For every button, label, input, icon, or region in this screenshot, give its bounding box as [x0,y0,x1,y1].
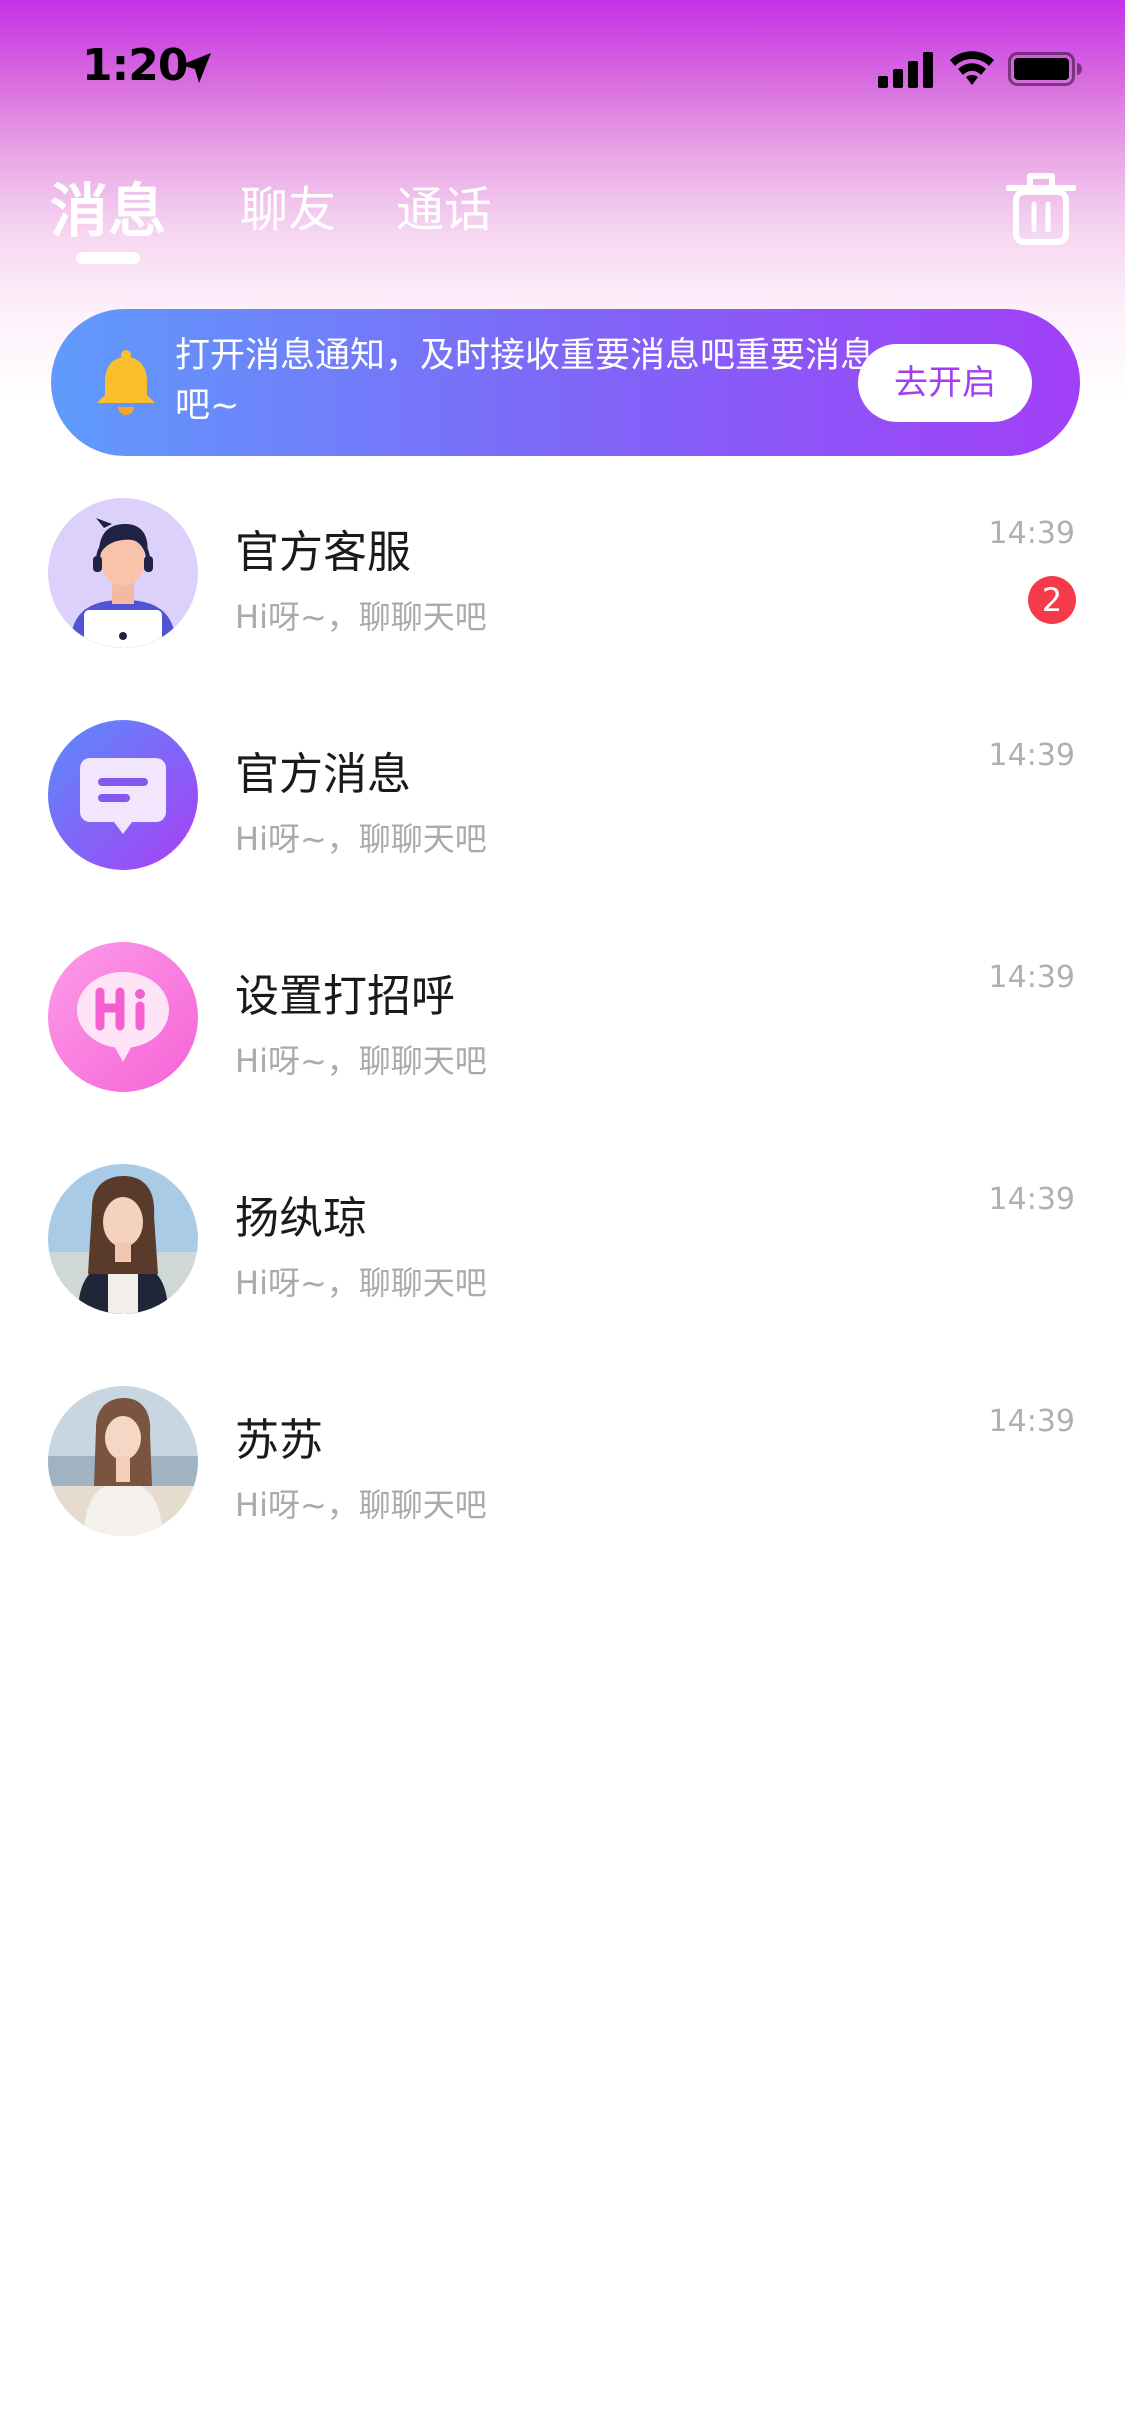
chat-name: 官方消息 [235,749,411,800]
chat-name: 官方客服 [235,527,411,578]
customer-service-avatar [48,498,198,648]
notification-banner: 打开消息通知，及时接收重要消息吧重要消息吧~ 去开启 [51,309,1080,456]
battery-icon [1008,52,1082,86]
chat-item-user-1[interactable]: 扬纨琼 Hi呀~，聊聊天吧 14:39 [0,1156,1125,1378]
chat-item-customer-service[interactable]: 官方客服 Hi呀~，聊聊天吧 14:39 2 [0,490,1125,712]
chat-name: 设置打招呼 [235,971,455,1022]
tab-calls[interactable]: 通话 [396,170,492,240]
tab-messages[interactable]: 消息 [50,164,166,248]
location-arrow-icon [181,53,211,83]
chat-preview: Hi呀~，聊聊天吧 [235,1486,487,1524]
status-time: 1:20 [82,40,188,91]
chat-preview: Hi呀~，聊聊天吧 [235,1264,487,1302]
bell-icon [97,350,155,415]
chat-name: 苏苏 [235,1415,323,1466]
user-photo-avatar [48,1164,198,1314]
chat-time: 14:39 [988,738,1075,773]
chat-time: 14:39 [988,960,1075,995]
cellular-signal-icon [878,52,933,88]
chat-name: 扬纨琼 [235,1193,367,1244]
messages-screen: 1:20 消息 聊友 通话 打开消息通知，及时接收重要消息吧重要消息吧~ 去开启… [0,0,1125,2436]
chat-time: 14:39 [988,516,1075,551]
chat-preview: Hi呀~，聊聊天吧 [235,1042,487,1080]
chat-item-greeting-settings[interactable]: 设置打招呼 Hi呀~，聊聊天吧 14:39 [0,934,1125,1156]
user-photo-avatar [48,1386,198,1536]
hi-greeting-avatar [48,942,198,1092]
wifi-icon [950,51,994,85]
chat-time: 14:39 [988,1404,1075,1439]
trash-icon[interactable] [1006,170,1076,246]
chat-item-official-message[interactable]: 官方消息 Hi呀~，聊聊天吧 14:39 [0,712,1125,934]
official-message-avatar [48,720,198,870]
chat-preview: Hi呀~，聊聊天吧 [235,820,487,858]
active-tab-indicator [76,252,140,264]
chat-preview: Hi呀~，聊聊天吧 [235,598,487,636]
tab-chat-friends[interactable]: 聊友 [240,170,336,240]
chat-item-user-2[interactable]: 苏苏 Hi呀~，聊聊天吧 14:39 [0,1378,1125,1600]
status-bar: 1:20 [0,0,1125,140]
chat-time: 14:39 [988,1182,1075,1217]
enable-notifications-button[interactable]: 去开启 [858,344,1032,422]
banner-text: 打开消息通知，及时接收重要消息吧重要消息吧~ [175,336,876,426]
unread-badge: 2 [1028,576,1076,624]
